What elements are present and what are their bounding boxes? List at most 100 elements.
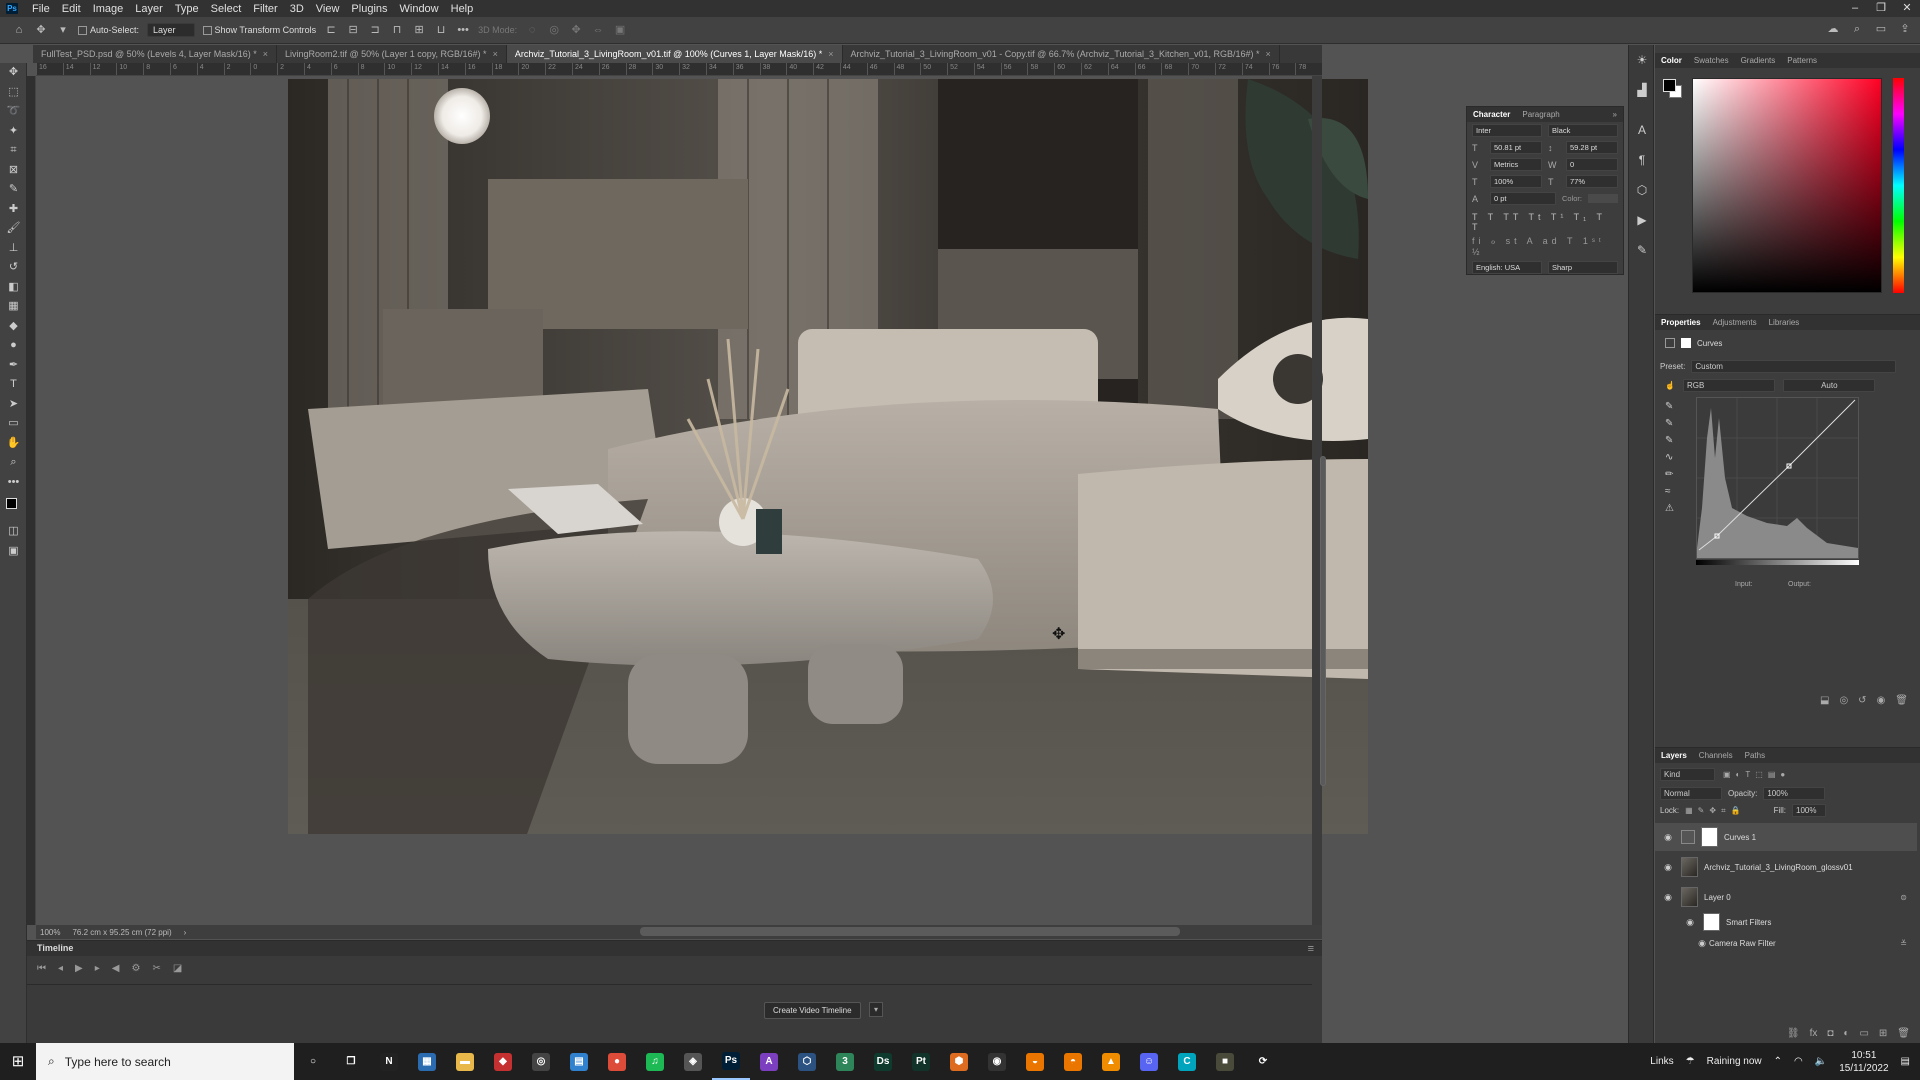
- taskbar-app[interactable]: ❐: [332, 1043, 370, 1080]
- taskbar-app[interactable]: Pt: [902, 1043, 940, 1080]
- menu-file[interactable]: File: [26, 3, 56, 15]
- text-color-swatch[interactable]: [1588, 194, 1618, 203]
- curve-point-icon[interactable]: ∿: [1665, 452, 1674, 463]
- layer-name[interactable]: Archviz_Tutorial_3_LivingRoom_glossv01: [1704, 863, 1853, 872]
- brush-tool-icon[interactable]: 🖌: [0, 219, 27, 239]
- menu-edit[interactable]: Edit: [56, 3, 87, 15]
- hue-slider[interactable]: [1893, 78, 1904, 293]
- visibility-icon[interactable]: ◉: [1877, 695, 1886, 706]
- search-icon[interactable]: ⌕: [1850, 23, 1864, 35]
- lasso-tool-icon[interactable]: ➰: [0, 102, 27, 122]
- menu-plugins[interactable]: Plugins: [345, 3, 393, 15]
- menu-image[interactable]: Image: [87, 3, 130, 15]
- taskbar-app[interactable]: ◒: [1016, 1043, 1054, 1080]
- taskbar-app[interactable]: ⟳: [1244, 1043, 1282, 1080]
- wifi-icon[interactable]: ◠: [1794, 1056, 1803, 1067]
- menu-filter[interactable]: Filter: [247, 3, 283, 15]
- collapse-icon[interactable]: »: [1613, 110, 1617, 119]
- tab-patterns[interactable]: Patterns: [1787, 56, 1817, 65]
- smart-filters-row[interactable]: ◉ Smart Filters: [1655, 910, 1917, 934]
- taskbar-app[interactable]: ■: [1206, 1043, 1244, 1080]
- taskbar-app[interactable]: ▤: [560, 1043, 598, 1080]
- taskbar-app[interactable]: ⬡: [788, 1043, 826, 1080]
- transition-icon[interactable]: ◪: [173, 963, 182, 974]
- pencil-icon[interactable]: ✏: [1665, 469, 1674, 480]
- menu-type[interactable]: Type: [169, 3, 205, 15]
- foreground-color-icon[interactable]: [6, 498, 17, 509]
- align-middle-icon[interactable]: ⊞: [412, 24, 426, 36]
- taskbar-app[interactable]: ◎: [522, 1043, 560, 1080]
- smooth-icon[interactable]: ≈: [1665, 486, 1674, 497]
- restore-icon[interactable]: ❐: [1868, 0, 1894, 17]
- clip-to-layer-icon[interactable]: ⬓: [1820, 695, 1829, 706]
- delete-layer-icon[interactable]: 🗑: [1897, 1028, 1910, 1039]
- close-tab-icon[interactable]: ×: [1266, 49, 1271, 59]
- new-group-icon[interactable]: ▭: [1859, 1028, 1868, 1039]
- crop-tool-icon[interactable]: ⌗: [0, 141, 27, 161]
- doc-tab[interactable]: Archviz_Tutorial_3_LivingRoom_v01 - Copy…: [843, 45, 1280, 63]
- align-left-icon[interactable]: ⊏: [324, 24, 338, 36]
- 3d-pan-icon[interactable]: ✥: [569, 24, 583, 36]
- 3d-slide-icon[interactable]: ⇔: [591, 24, 605, 36]
- histogram-icon[interactable]: ▟: [1629, 75, 1655, 105]
- first-frame-icon[interactable]: ⏮: [37, 963, 46, 974]
- tracking-field[interactable]: 0: [1566, 158, 1618, 171]
- align-center-icon[interactable]: ⊟: [346, 24, 360, 36]
- kerning-field[interactable]: Metrics: [1490, 158, 1542, 171]
- menu-3d[interactable]: 3D: [284, 3, 310, 15]
- horizontal-scale-field[interactable]: 77%: [1566, 175, 1618, 188]
- layer-row[interactable]: ◉ Archviz_Tutorial_3_LivingRoom_glossv01: [1655, 853, 1917, 881]
- layer-row[interactable]: ◉ Layer 0 ⊜: [1655, 883, 1917, 911]
- blur-tool-icon[interactable]: ◆: [0, 317, 27, 337]
- layer-name[interactable]: Curves 1: [1724, 833, 1756, 842]
- light-icon[interactable]: ☀: [1629, 45, 1655, 75]
- zoom-tool-icon[interactable]: ⌕: [0, 453, 27, 473]
- color-field[interactable]: [1692, 78, 1882, 293]
- taskbar-app[interactable]: ⬢: [940, 1043, 978, 1080]
- quick-mask-icon[interactable]: ◫: [0, 522, 27, 542]
- tab-color[interactable]: Color: [1661, 56, 1682, 65]
- foreground-color-swatch[interactable]: [1663, 79, 1676, 92]
- actions-icon[interactable]: ▶: [1629, 205, 1655, 235]
- canvas-area[interactable]: ✥: [36, 76, 1368, 925]
- layer-mask-icon[interactable]: [1681, 338, 1691, 348]
- chevron-up-icon[interactable]: ⌃: [1774, 1056, 1782, 1067]
- taskbar-app[interactable]: ◈: [674, 1043, 712, 1080]
- rectangle-tool-icon[interactable]: ▭: [0, 414, 27, 434]
- link-layers-icon[interactable]: ⛓: [1787, 1028, 1800, 1039]
- layer-row[interactable]: ◉ Curves 1: [1655, 823, 1917, 851]
- add-mask-icon[interactable]: ◘: [1827, 1028, 1833, 1039]
- tab-adjustments[interactable]: Adjustments: [1713, 318, 1757, 327]
- weather-label[interactable]: Raining now: [1707, 1056, 1762, 1067]
- view-previous-icon[interactable]: ◎: [1839, 695, 1848, 706]
- eyedropper-black-icon[interactable]: ✎: [1665, 401, 1674, 412]
- gradient-tool-icon[interactable]: ▦: [0, 297, 27, 317]
- eyedropper-icon[interactable]: ✎: [0, 180, 27, 200]
- taskbar-app[interactable]: ◓: [1054, 1043, 1092, 1080]
- 3d-roll-icon[interactable]: ◎: [547, 24, 561, 36]
- home-icon[interactable]: ⌂: [12, 24, 26, 36]
- eyedropper-gray-icon[interactable]: ✎: [1665, 418, 1674, 429]
- taskbar-search[interactable]: ⌕ Type here to search: [36, 1043, 294, 1080]
- taskbar-app[interactable]: Ps: [712, 1043, 750, 1080]
- auto-button[interactable]: Auto: [1783, 379, 1876, 392]
- blend-mode-dropdown[interactable]: Normal: [1660, 787, 1722, 800]
- zoom-level[interactable]: 100%: [40, 928, 60, 937]
- next-frame-icon[interactable]: ▸: [95, 963, 100, 974]
- eyedropper-white-icon[interactable]: ✎: [1665, 435, 1674, 446]
- tab-paths[interactable]: Paths: [1745, 751, 1765, 760]
- target-adjust-icon[interactable]: ☝: [1665, 381, 1675, 390]
- doc-tab[interactable]: FullTest_PSD.psd @ 50% (Levels 4, Layer …: [33, 45, 277, 63]
- visibility-eye-icon[interactable]: ◉: [1661, 892, 1675, 903]
- doc-tab[interactable]: LivingRoom2.tif @ 50% (Layer 1 copy, RGB…: [277, 45, 507, 63]
- taskbar-app[interactable]: A: [750, 1043, 788, 1080]
- pen-tool-icon[interactable]: ✒: [0, 356, 27, 376]
- frame-tool-icon[interactable]: ⊠: [0, 161, 27, 181]
- hand-tool-icon[interactable]: ✋: [0, 434, 27, 454]
- audio-icon[interactable]: ◀: [112, 963, 120, 974]
- fx-icon[interactable]: fx: [1810, 1028, 1818, 1039]
- clock[interactable]: 10:51 15/11/2022: [1839, 1049, 1888, 1075]
- taskbar-app[interactable]: C: [1168, 1043, 1206, 1080]
- taskbar-app[interactable]: ●: [598, 1043, 636, 1080]
- tab-character[interactable]: Character: [1473, 110, 1510, 119]
